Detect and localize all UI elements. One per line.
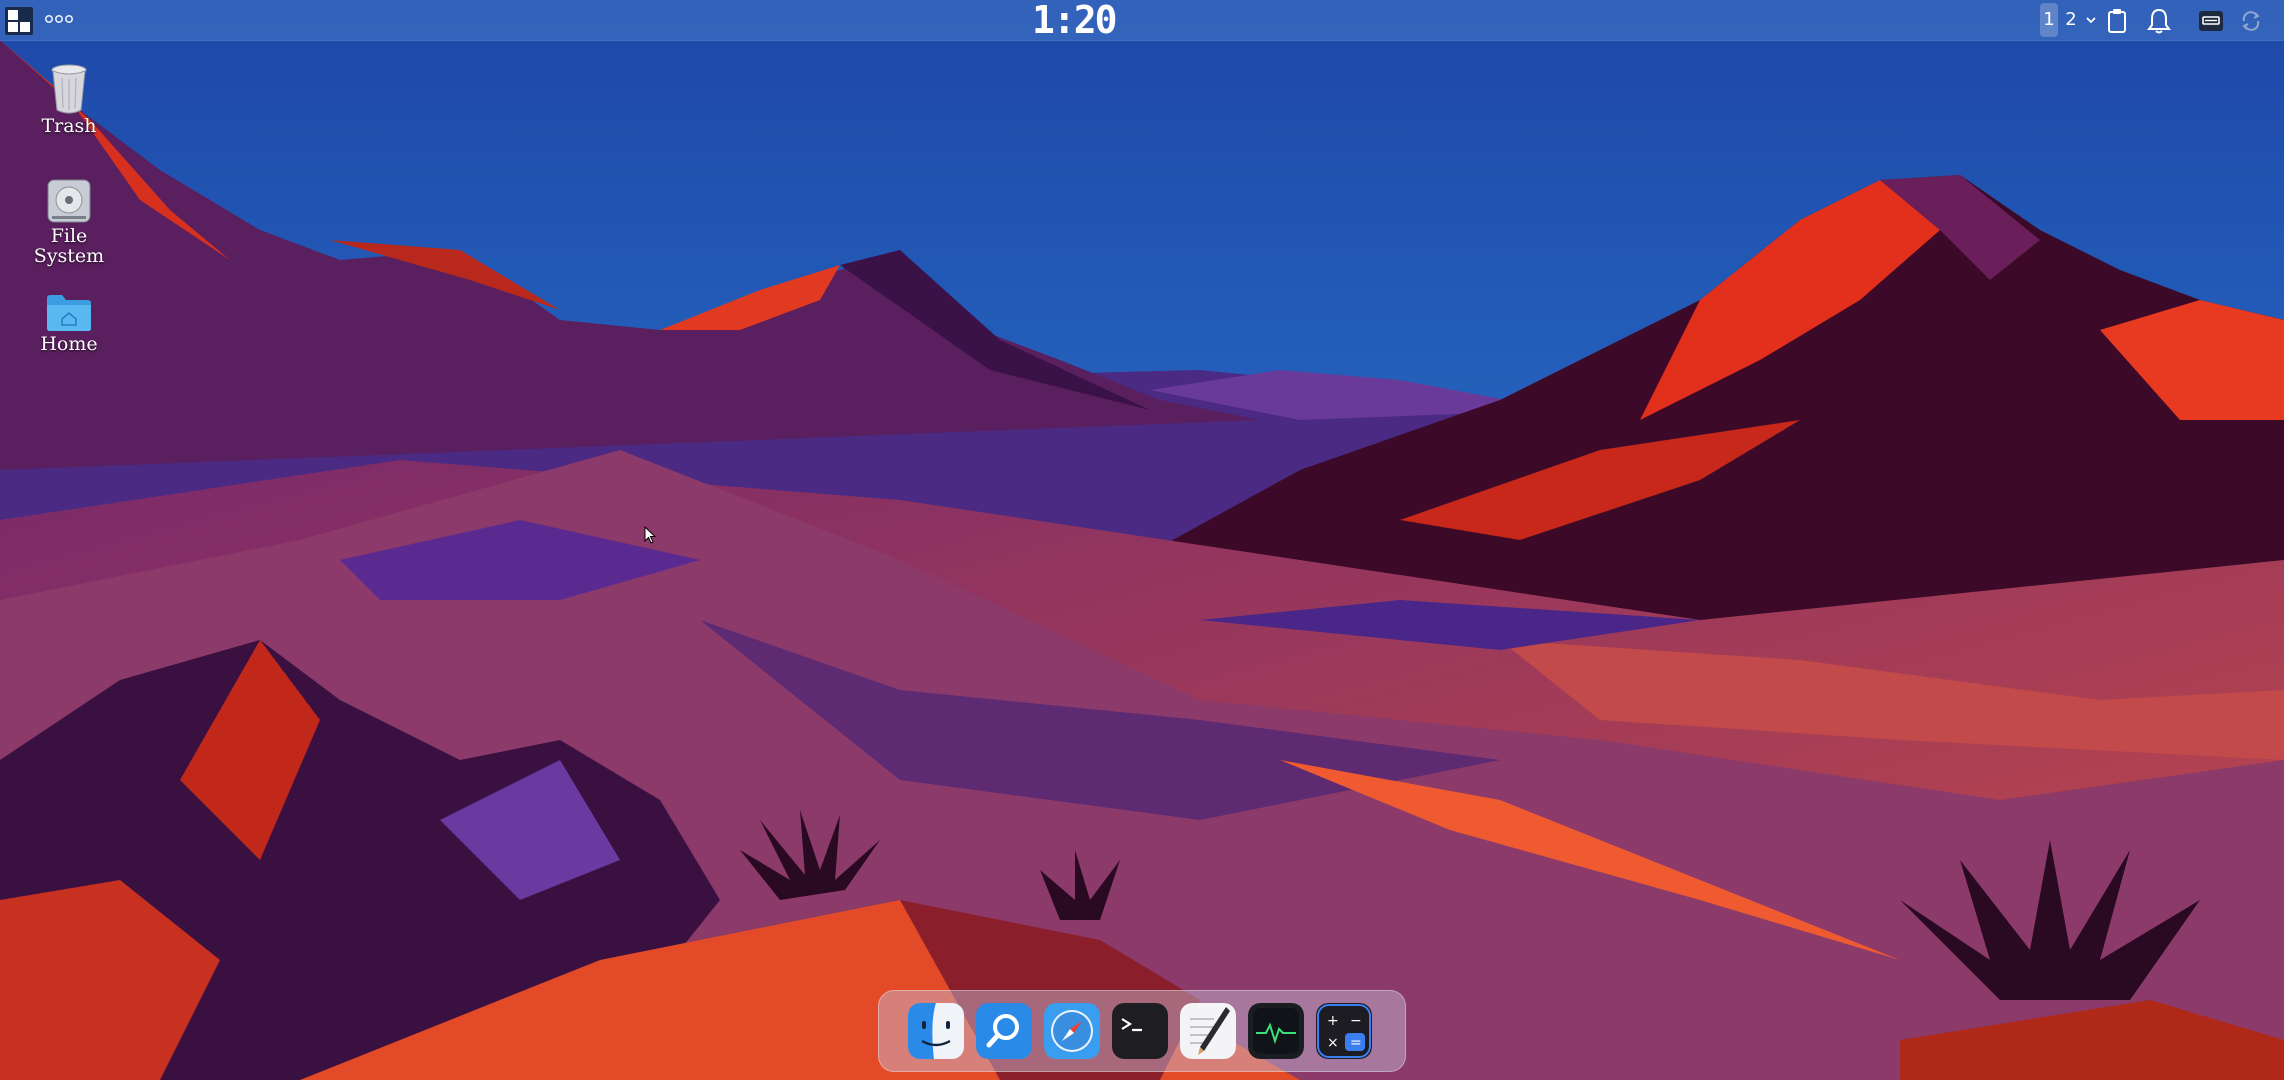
svg-text:+: + [1327, 1013, 1339, 1029]
desert-wallpaper [0, 0, 2284, 1080]
workspace-switcher: 1 2 [2040, 3, 2100, 37]
mouse-cursor-icon [644, 526, 657, 544]
safari-icon[interactable] [1044, 1003, 1100, 1059]
workspace-1[interactable]: 1 [2040, 3, 2058, 37]
desktop-icon-label: Trash [41, 115, 97, 137]
desktop-icon-home[interactable]: Home [24, 292, 114, 354]
bell-icon[interactable] [2144, 6, 2174, 36]
sync-icon[interactable] [2236, 6, 2266, 36]
search-icon[interactable] [976, 1003, 1032, 1059]
clipboard-icon[interactable] [2102, 6, 2132, 36]
home-folder-icon [47, 295, 91, 331]
desktop-icon-file-system[interactable]: File System [24, 176, 114, 266]
calculator-icon[interactable]: + − × = [1316, 1003, 1372, 1059]
svg-text:−: − [1350, 1013, 1362, 1029]
screen-icon[interactable] [2196, 6, 2226, 36]
clock[interactable]: 1:20 [1032, 0, 1118, 40]
terminal-icon[interactable] [1112, 1003, 1168, 1059]
desktop[interactable]: 1:20 1 2 Trash File System Home + − × = [0, 0, 2284, 1080]
desktop-icon-trash[interactable]: Trash [24, 62, 114, 136]
dock: + − × = [878, 990, 1406, 1072]
drive-icon [47, 179, 91, 223]
overflow-dots-icon[interactable] [44, 13, 74, 25]
trash-icon [51, 64, 87, 114]
desktop-icon-label: Home [40, 333, 98, 355]
activity-monitor-icon[interactable] [1248, 1003, 1304, 1059]
finder-icon[interactable] [908, 1003, 964, 1059]
chevron-down-icon[interactable] [2084, 13, 2098, 27]
svg-text:×: × [1327, 1035, 1339, 1051]
top-panel: 1:20 1 2 [0, 0, 2284, 41]
workspace-2[interactable]: 2 [2062, 3, 2080, 37]
desktop-icon-label: File System [33, 225, 105, 267]
text-editor-icon[interactable] [1180, 1003, 1236, 1059]
app-menu-icon[interactable] [4, 6, 34, 36]
svg-text:=: = [1350, 1035, 1362, 1051]
